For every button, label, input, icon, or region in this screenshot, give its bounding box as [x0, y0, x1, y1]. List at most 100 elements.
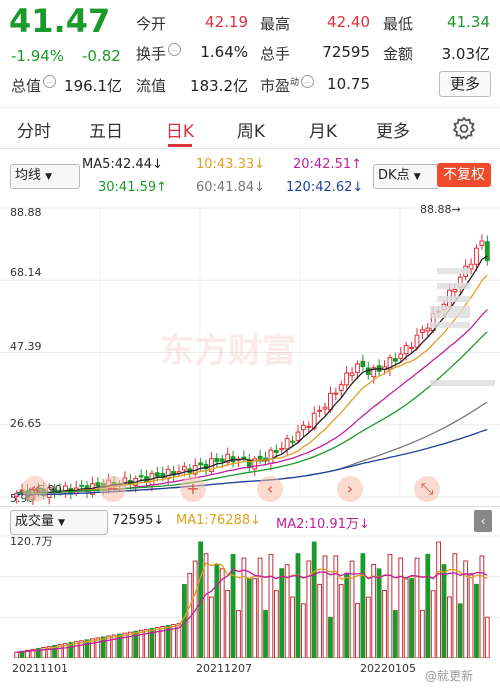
fullscreen-icon[interactable]: ⤡ [414, 476, 440, 502]
info-icon[interactable]: … [168, 43, 182, 56]
candle-body [295, 431, 301, 441]
candle-body [154, 472, 160, 477]
candle-body [219, 458, 225, 462]
scroll-right-icon[interactable]: › [337, 476, 363, 502]
volume-bar [236, 610, 241, 658]
volume-bar [106, 635, 112, 658]
volume-header-divider [0, 506, 500, 507]
indicator-type-select[interactable]: 均线 ▼ [10, 164, 80, 189]
volume-bar [371, 564, 377, 658]
candle-body [95, 482, 101, 487]
adjust-button[interactable]: 不复权 [437, 163, 491, 187]
volume-bar [214, 564, 220, 658]
candle-body [474, 247, 479, 265]
price-tick-3: 47.39 [10, 340, 42, 353]
dk-overlay [430, 322, 470, 328]
tab-1[interactable]: 五日 [76, 117, 136, 142]
ma5-value: MA5:42.44↓ [82, 157, 163, 172]
tab-divider-top [0, 107, 500, 108]
tab-2[interactable]: 日K [150, 117, 210, 142]
volume-bar [90, 638, 95, 658]
candle-body [198, 462, 204, 466]
volume-bar [425, 553, 431, 658]
volume-bar [419, 609, 425, 658]
tab-3[interactable]: 周K [221, 117, 281, 142]
ma-line-ma5 [16, 255, 488, 495]
volume-bar [430, 590, 436, 658]
dk-point-select[interactable]: DK点 ▼ [373, 164, 439, 189]
volume-bar [457, 603, 463, 658]
candle-body [355, 363, 360, 373]
dk-overlay [430, 312, 470, 318]
volume-bar [365, 596, 371, 658]
tab-4[interactable]: 月K [293, 117, 353, 142]
date-label-2: 20211207 [196, 662, 252, 675]
volume-bar [246, 578, 252, 658]
open-value: 42.19 [205, 13, 248, 31]
price-tick-2: 68.14 [10, 266, 42, 279]
volume-bar [225, 590, 231, 658]
info-icon[interactable]: … [301, 75, 315, 88]
volume-bar [441, 564, 447, 658]
volume-bar [360, 553, 366, 658]
candle-body [403, 345, 409, 355]
candle-body [306, 425, 312, 428]
volume-value-label: 72595↓ [112, 513, 165, 528]
low-label: 最低 [383, 15, 414, 33]
volume-bar [436, 541, 442, 658]
volume-bar [447, 596, 452, 658]
tab-5[interactable]: 更多 [363, 117, 423, 142]
candle-body [181, 466, 187, 471]
candle-body [409, 346, 414, 349]
scroll-left-far-icon[interactable]: « [22, 476, 48, 502]
date-label-3: 20220105 [360, 662, 416, 675]
info-icon[interactable]: … [43, 75, 57, 88]
volume-bar [14, 651, 20, 658]
candle-body [333, 392, 339, 395]
volume-bar [403, 578, 409, 658]
more-button[interactable]: 更多 [439, 71, 491, 97]
candle-body [338, 384, 344, 391]
collapse-panel-icon[interactable]: ‹ [474, 510, 492, 532]
watermark-logo: 东方财富 [160, 331, 296, 371]
volume-bar [241, 557, 247, 658]
volume-bar [317, 583, 323, 658]
volume-bar [349, 560, 355, 658]
pe-value: 10.75 [327, 75, 370, 93]
volume-chart[interactable] [0, 532, 500, 658]
tab-0[interactable]: 分时 [4, 117, 64, 142]
volume-bar [387, 553, 393, 658]
price-value: 41.47 [9, 2, 111, 40]
zoom-out-icon[interactable]: − [100, 476, 126, 502]
volume-bar [355, 603, 360, 658]
float-value: 183.2亿 [190, 77, 248, 95]
max-price-marker: 88.88→ [420, 203, 461, 216]
candle-body [392, 358, 398, 362]
scroll-left-icon[interactable]: ‹ [257, 476, 283, 502]
dk-overlay [430, 306, 470, 312]
mcap-label: 总值… [11, 75, 57, 96]
settings-icon[interactable] [451, 115, 477, 141]
zoom-in-icon[interactable]: + [180, 476, 206, 502]
volume-bar [300, 603, 306, 658]
volume-bar [295, 553, 301, 658]
candle-body [290, 440, 295, 443]
change-value: -0.82 [82, 47, 121, 65]
volume-bar [257, 557, 263, 658]
pe-label: 市盈动… [260, 75, 315, 96]
candle-body [398, 353, 404, 359]
candle-body [452, 289, 458, 293]
volume-bar [392, 610, 398, 658]
high-label: 最高 [260, 15, 291, 33]
candle-body [414, 334, 420, 348]
date-label-1: 20211101 [12, 662, 68, 675]
candle-body [279, 447, 285, 451]
candle-body [484, 241, 490, 261]
candle-body [344, 372, 350, 386]
volume-axis-max: 120.7万 [10, 535, 53, 548]
volume-bar [273, 590, 279, 658]
amount-label: 金额 [383, 45, 414, 63]
volume-bar [409, 578, 414, 658]
volume-bar [95, 637, 101, 658]
volume-bar [252, 578, 258, 658]
